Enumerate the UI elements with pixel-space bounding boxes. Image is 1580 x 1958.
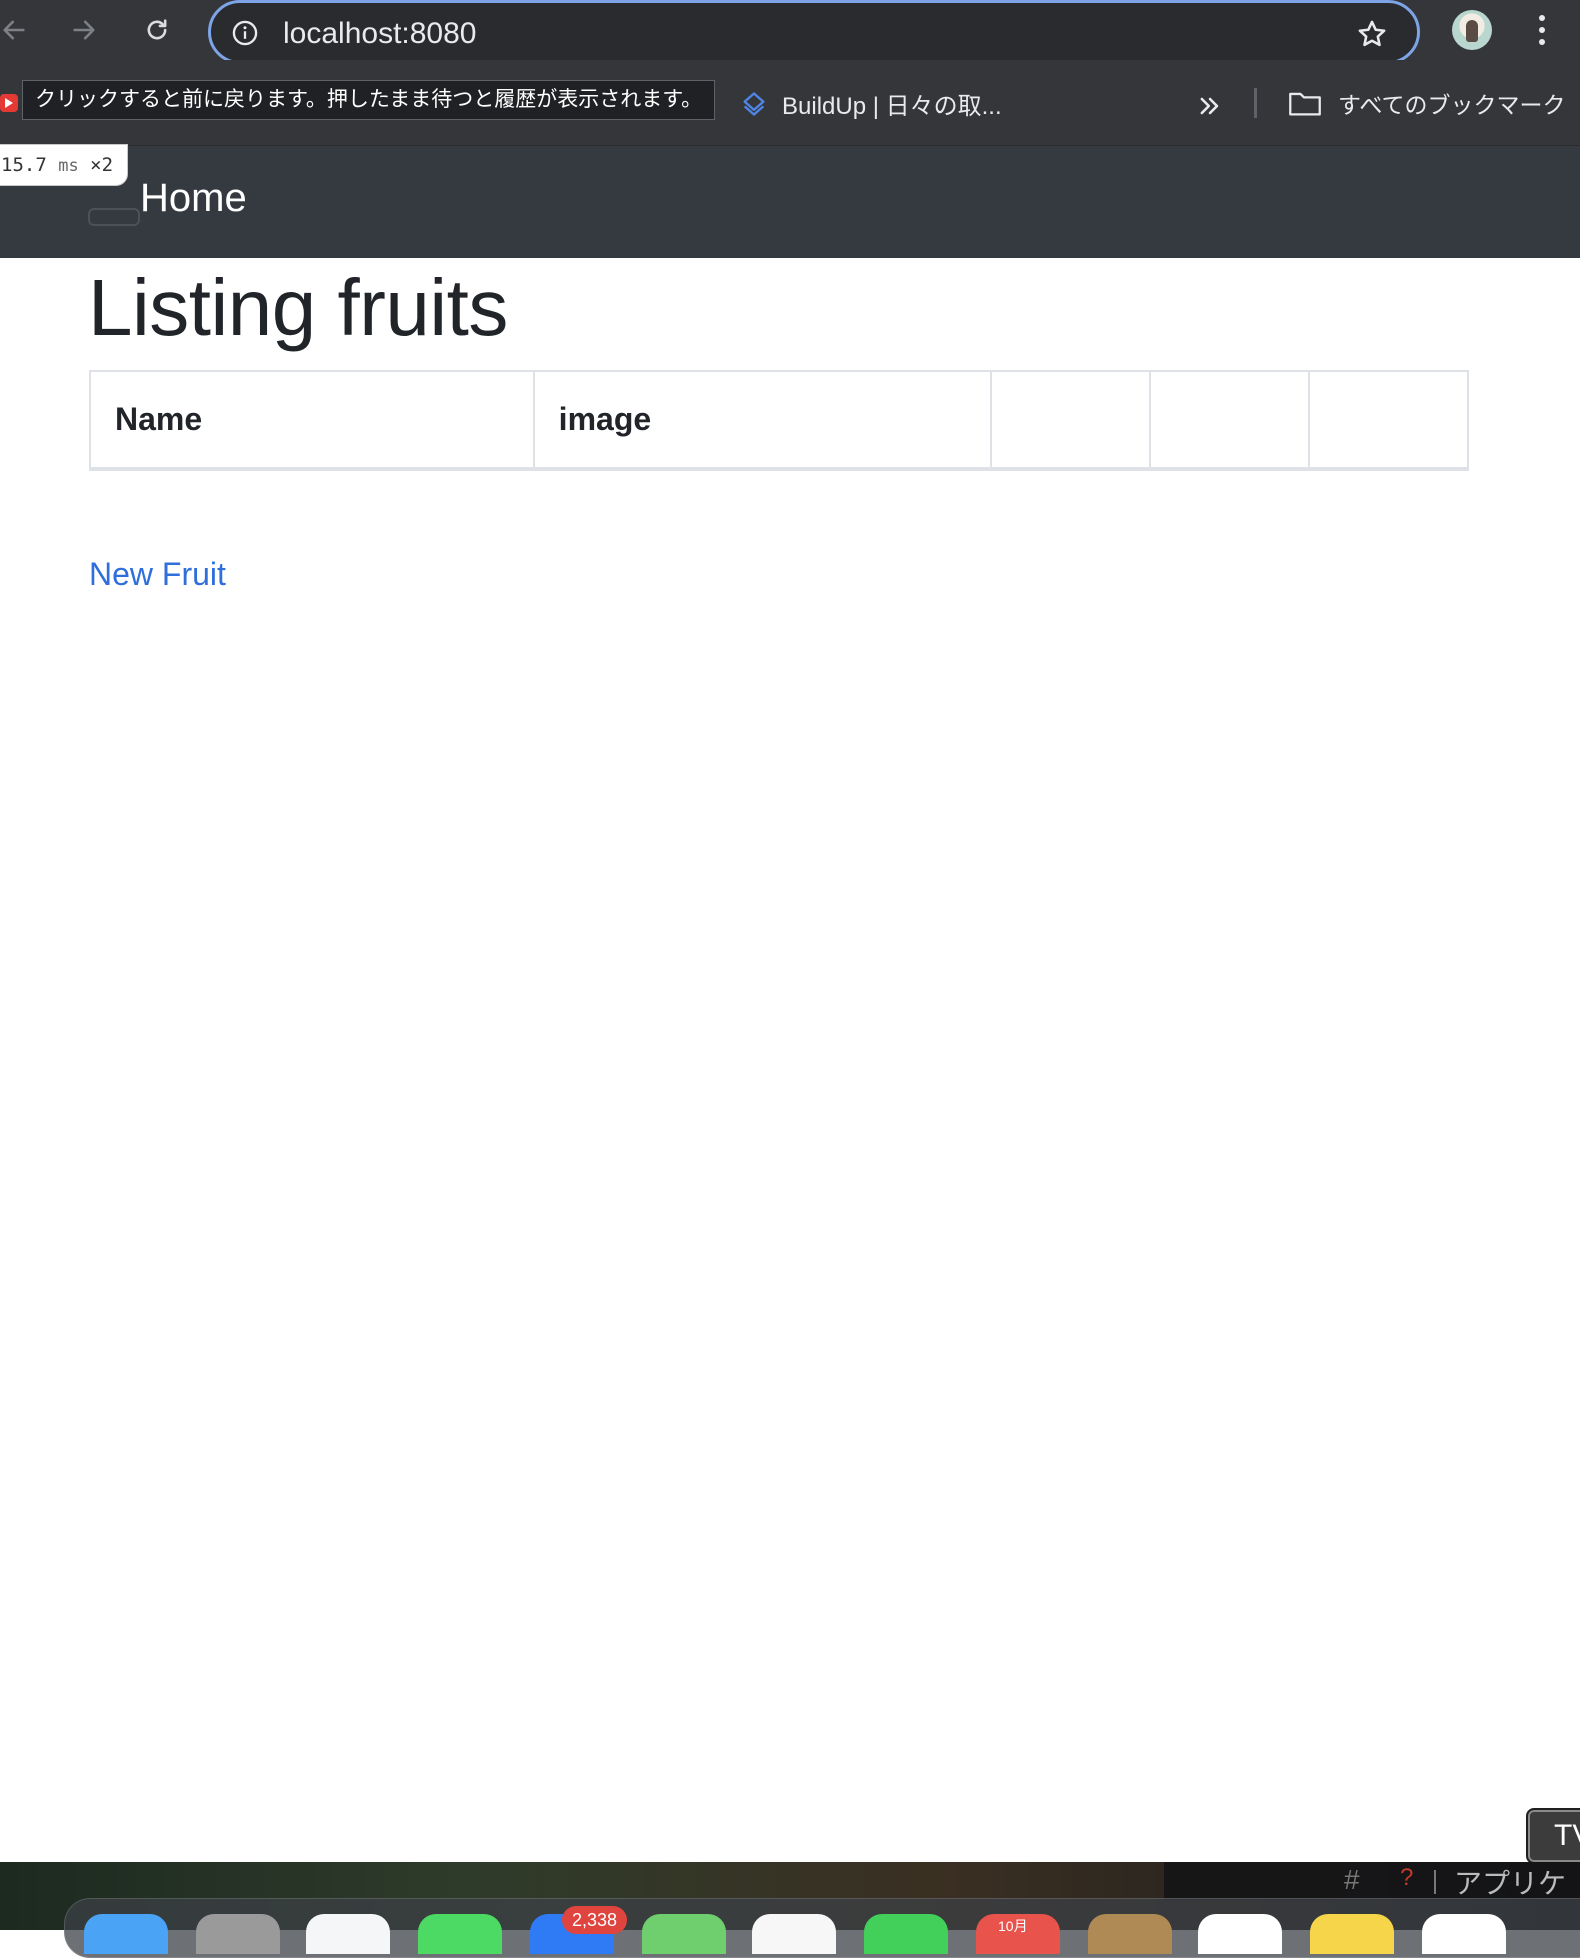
contacts-icon[interactable] xyxy=(1088,1914,1172,1954)
calendar-month: 10月 xyxy=(998,1918,1028,1934)
column-header-action-2 xyxy=(1149,370,1311,471)
help-icon[interactable]: ? xyxy=(1400,1864,1413,1892)
bookmark-star-icon[interactable] xyxy=(1355,17,1389,51)
menu-app-label[interactable]: アプリケ xyxy=(1454,1862,1566,1902)
perf-multiplier: ×2 xyxy=(90,154,114,176)
safari-icon[interactable] xyxy=(306,1914,390,1954)
maps-icon[interactable] xyxy=(642,1914,726,1954)
navbar-toggler[interactable] xyxy=(88,208,140,226)
column-header-name: Name xyxy=(89,370,535,471)
menu-divider xyxy=(1434,1870,1436,1894)
column-header-action-1 xyxy=(990,370,1152,471)
forward-button[interactable] xyxy=(62,8,106,52)
perf-value: 15.7 xyxy=(1,154,47,176)
menu-strip: # ? アプリケ xyxy=(1164,1862,1580,1900)
more-vert-icon[interactable] xyxy=(1532,12,1552,48)
url-text[interactable]: localhost:8080 xyxy=(283,17,476,51)
table-header-row: Name image xyxy=(89,370,1469,471)
freeform-icon[interactable] xyxy=(1422,1914,1506,1954)
arrow-right-icon xyxy=(73,20,95,40)
reminders-icon[interactable] xyxy=(1198,1914,1282,1954)
reload-button[interactable] xyxy=(135,8,179,52)
perf-badge[interactable]: 15.7 ms ×2 xyxy=(0,144,129,186)
profile-avatar[interactable] xyxy=(1452,10,1492,50)
facetime-icon[interactable] xyxy=(864,1914,948,1954)
bookmarks-divider xyxy=(1254,88,1257,118)
all-bookmarks-label: すべてのブックマーク xyxy=(1338,92,1566,118)
folder-icon xyxy=(1289,92,1321,116)
navbar: Home xyxy=(0,146,1580,258)
browser-toolbar: localhost:8080 xyxy=(0,0,1580,64)
navbar-home-link[interactable]: Home xyxy=(140,176,247,221)
launchpad-icon[interactable] xyxy=(196,1914,280,1954)
reload-icon xyxy=(147,19,167,40)
messages-icon[interactable] xyxy=(418,1914,502,1954)
youtube-icon[interactable] xyxy=(0,94,18,112)
fruits-table: Name image xyxy=(89,370,1469,471)
hash-icon[interactable]: # xyxy=(1344,1864,1360,1896)
address-bar[interactable]: localhost:8080 xyxy=(208,0,1420,64)
site-info-icon[interactable] xyxy=(231,19,259,47)
bookmark-buildup-label: BuildUp | 日々の取... xyxy=(782,93,1002,120)
back-button[interactable] xyxy=(0,8,36,52)
new-fruit-link[interactable]: New Fruit xyxy=(89,556,226,593)
arrow-left-icon xyxy=(3,20,25,40)
perf-unit: ms xyxy=(58,156,79,176)
column-header-image: image xyxy=(532,370,993,471)
chevron-double-right-icon[interactable] xyxy=(1196,92,1224,120)
column-header-action-3 xyxy=(1308,370,1469,471)
buildup-logo-icon xyxy=(743,91,765,116)
back-button-tooltip: クリックすると前に戻ります。押したまま待つと履歴が表示されます。 xyxy=(22,80,716,120)
bookmark-buildup[interactable]: BuildUp | 日々の取... xyxy=(740,86,1002,121)
page-title: Listing fruits xyxy=(88,263,508,352)
finder-icon[interactable] xyxy=(84,1914,168,1954)
photos-icon[interactable] xyxy=(752,1914,836,1954)
notes-icon[interactable] xyxy=(1310,1914,1394,1954)
all-bookmarks-button[interactable]: すべてのブックマーク xyxy=(1288,86,1565,120)
tv-widget[interactable]: TV xyxy=(1526,1808,1580,1864)
